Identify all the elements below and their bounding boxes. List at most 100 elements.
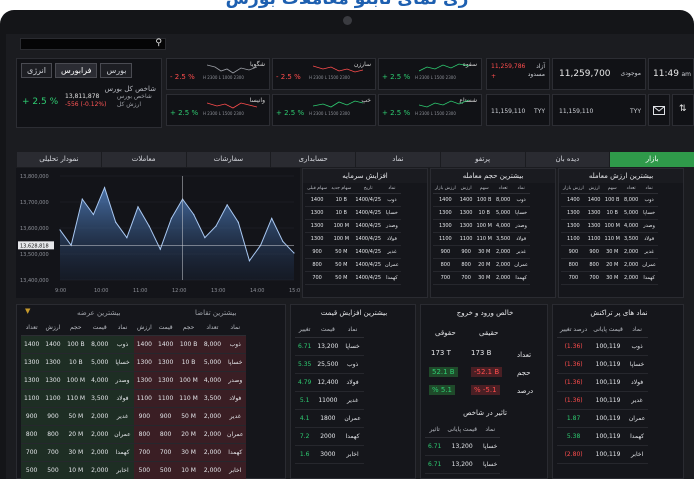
table-row[interactable]: 1300 1300 10 B 5,000 خساپا 1300 1300 10 B 5,000 خ… xyxy=(21,353,247,372)
panel-title: بیشترین افزایش قیمت xyxy=(320,309,388,317)
table-row[interactable]: 1300 1300 10 B 5,000 خساپا xyxy=(433,206,530,220)
tab-portfolio[interactable]: پرتفو xyxy=(439,152,525,167)
column-header: سهم xyxy=(602,185,622,194)
table-row[interactable]: 500 500 10 M 2,000 اخابر 500 500 10 M 2,000 اخابر xyxy=(21,461,247,479)
table-cell: 50 M xyxy=(329,258,354,272)
tab-symbol[interactable]: نماد xyxy=(355,152,440,167)
table-row[interactable]: 1300 100 M 1400/4/25 فولاد xyxy=(305,232,401,246)
table-row[interactable]: 1400 10 B 1400/4/25 ذوب xyxy=(305,193,401,207)
table-cell: غدیر xyxy=(111,407,134,426)
table-row[interactable]: 900 900 50 M 2,000 غدیر 900 900 50 M 2,000 غدیر xyxy=(21,407,247,426)
search-input[interactable]: ⚲ xyxy=(20,38,166,50)
table-cell: 100,119 xyxy=(590,373,626,392)
sparkline-card[interactable]: خپ + 2.5 % H 2300 L 1500 2300 xyxy=(272,94,376,126)
search-icon[interactable]: ⚲ xyxy=(155,38,162,48)
table-row[interactable]: 800 800 20 M 2,000 عمران xyxy=(433,258,530,272)
tab-chart[interactable]: نمودار تحلیلی xyxy=(16,152,101,167)
mail-button[interactable] xyxy=(648,94,670,126)
tab-accounting[interactable]: حسابداری xyxy=(270,152,355,167)
area-fill xyxy=(60,187,294,280)
index-chart[interactable]: 13,800,000 13,700,000 13,600,000 13,500,000… xyxy=(16,168,303,298)
tab-market[interactable]: بازار xyxy=(609,152,694,167)
table-row[interactable]: 1300 100 M 1400/4/25 وصدر xyxy=(305,219,401,233)
table-row[interactable]: (2.80) 100,119 اخابر xyxy=(557,445,649,464)
quote-3-sub: TYY xyxy=(534,108,545,115)
tab-energy[interactable]: انرژی xyxy=(21,63,52,78)
sparkline-card[interactable]: سفوه + 2.5 % H 2300 L 1500 2300 xyxy=(378,58,482,90)
table-row[interactable]: 700 700 30 M 2,000 کهمدا 700 700 30 M 2,000 کهمدا xyxy=(21,443,247,462)
tab-watchlist[interactable]: دیده بان xyxy=(524,152,610,167)
quote-4: 11,159,110 TYY xyxy=(552,94,646,126)
sparkline-card[interactable]: شستاع + 2.5 % H 2300 L 1500 2300 xyxy=(378,94,482,126)
column-header: تعداد xyxy=(621,185,641,194)
table-row[interactable]: 5.35 25,500 ذوب xyxy=(295,355,364,374)
table-header-row: ارزش بازار ارزش سهم تعداد نماد xyxy=(561,185,658,194)
filter-icon[interactable]: ▼ xyxy=(25,307,30,315)
table-row[interactable]: 800 800 20 M 2,000 عمران 800 800 20 M 2,000 عمران xyxy=(21,425,247,444)
data-point xyxy=(293,252,295,254)
sparkline-card[interactable]: وانیسا + 2.5 % H 2300 L 1500 2300 xyxy=(166,94,270,126)
table-row[interactable]: 1300 1300 10 B 5,000 خساپا xyxy=(561,206,658,220)
table-row[interactable]: 7.2 2000 کهمدا xyxy=(295,427,364,446)
tab-orders[interactable]: سفارشات xyxy=(185,152,271,167)
table-row[interactable]: 1400 1400 100 B 8,000 ذوب xyxy=(433,193,530,207)
data-point xyxy=(248,260,251,262)
table-row[interactable]: 6.71 13,200 خساپا xyxy=(425,437,501,456)
sparkline xyxy=(313,100,363,108)
table-cell: خساپا xyxy=(625,355,649,374)
table-row[interactable]: 4.1 1800 عمران xyxy=(295,409,364,428)
sparkline-card[interactable]: شگویا - 2.5 % H 2300 L 1000 2300 xyxy=(166,58,270,90)
price-increase-panel: بیشترین افزایش قیمت تغییر قیمت نماد 6.71 13,… xyxy=(290,304,416,479)
tab-demand[interactable]: بیشترین تقاضا xyxy=(195,309,236,317)
table-cell: 20 M xyxy=(602,258,622,272)
inout-volume-a: 52.1 B xyxy=(429,367,458,377)
table-row[interactable]: 1100 1100 110 M 3,500 فولاد xyxy=(561,232,658,246)
table-cell: 800 xyxy=(133,425,156,444)
table-cell: 1300 xyxy=(155,353,177,372)
table-row[interactable]: 800 50 M 1400/4/25 عمران xyxy=(305,258,401,272)
table-row[interactable]: (1.36) 100,119 خساپا xyxy=(557,355,649,374)
tab-farabourse[interactable]: فرابورس xyxy=(55,63,98,78)
table-cell: اخابر xyxy=(625,445,649,464)
table-row[interactable]: (1.36) 100,119 فولاد xyxy=(557,373,649,392)
table-row[interactable]: 5.38 100,119 کهمدا xyxy=(557,427,649,446)
table-row[interactable]: 1400 1400 100 B 8,000 ذوب xyxy=(561,193,658,207)
column-header: حجم xyxy=(176,321,201,336)
table-row[interactable]: 1300 1300 100 M 4,000 وصدر xyxy=(433,219,530,233)
table-row[interactable]: 1.6 3000 اخابر xyxy=(295,445,364,464)
table-cell: 30 M xyxy=(602,245,622,259)
table-row[interactable]: 700 50 M 1400/4/25 کهمدا xyxy=(305,271,401,285)
table-row[interactable]: (1.36) 100,119 غدیر xyxy=(557,391,649,410)
tab-supply[interactable]: بیشترین عرضه xyxy=(77,309,121,317)
table-row[interactable]: 900 50 M 1400/4/25 غدیر xyxy=(305,245,401,259)
table-row[interactable]: 1.87 100,119 عمران xyxy=(557,409,649,428)
table-row[interactable]: 900 900 30 M 2,000 غدیر xyxy=(561,245,658,259)
table-row[interactable]: 6.71 13,200 خساپا xyxy=(425,455,501,474)
table-row[interactable]: 1100 1100 110 M 3,500 فولاد 1100 1100 110 M 3,50… xyxy=(21,389,247,408)
table-cell: 900 xyxy=(155,407,177,426)
sort-button[interactable]: ⇅ xyxy=(672,94,694,126)
table-header-row: ارزش بازار ارزش سهم تعداد نماد xyxy=(433,185,530,194)
table-row[interactable]: 6.71 13,200 خساپا xyxy=(295,337,364,356)
balance-value: 11,259,700 xyxy=(559,69,611,79)
sparkline-card[interactable]: سارزن - 2.5 % H 2300 L 1500 2300 xyxy=(272,58,376,90)
data-point xyxy=(204,237,206,239)
table-row[interactable]: 5.1 11000 غدیر xyxy=(295,391,364,410)
table-row[interactable]: 1100 1100 110 M 3,500 فولاد xyxy=(433,232,530,246)
table-row[interactable]: 1300 1300 100 M 4,000 وصدر 1300 1300 100 M 4,000… xyxy=(21,371,247,390)
table-row[interactable]: 1400 1400 100 B 8,000 ذوب 1400 1400 100 B 8,000 ذ… xyxy=(21,335,247,354)
area-chart[interactable]: 13,800,000 13,700,000 13,600,000 13,500,000… xyxy=(16,168,303,298)
table-row[interactable]: 700 700 30 M 2,000 کهمدا xyxy=(561,271,658,285)
panel-title: نماد های پر تراکنش xyxy=(590,309,648,317)
table-row[interactable]: 900 900 30 M 2,000 غدیر xyxy=(433,245,530,259)
tab-trades[interactable]: معاملات xyxy=(100,152,186,167)
table-row[interactable]: 700 700 30 M 2,000 کهمدا xyxy=(433,271,530,285)
table-row[interactable]: 4.79 12,400 فولاد xyxy=(295,373,364,392)
tab-bourse[interactable]: بورس xyxy=(100,63,133,78)
table-row[interactable]: 800 800 20 M 2,000 عمران xyxy=(561,258,658,272)
table-row[interactable]: 1300 10 B 1400/4/25 خساپا xyxy=(305,206,401,220)
busy-table: درصد تغییر قیمت پایانی نماد (1.36) 100,119 ذو… xyxy=(557,323,649,464)
quote-value: 11,259,786 xyxy=(491,63,526,70)
table-row[interactable]: 1300 1300 100 M 4,000 وصدر xyxy=(561,219,658,233)
table-row[interactable]: (1.36) 100,119 ذوب xyxy=(557,337,649,356)
